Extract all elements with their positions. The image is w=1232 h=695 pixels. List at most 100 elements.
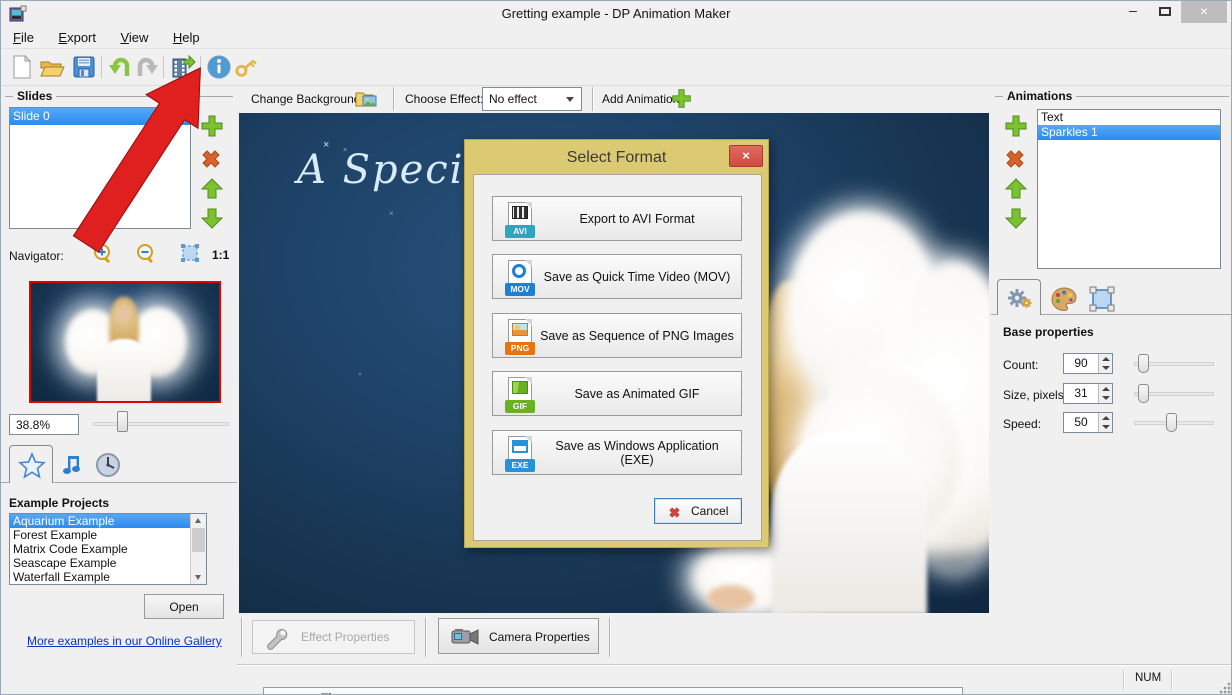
sparkle-cross: × (389, 209, 394, 218)
example-project-item[interactable]: Waterfall Example (10, 570, 206, 584)
select-format-dialog: Select Format × AVI Export to AVI Format… (464, 139, 769, 548)
change-background-button[interactable]: Change Background (251, 92, 360, 106)
save-mov-button[interactable]: MOV Save as Quick Time Video (MOV) (492, 254, 742, 299)
speed-spinner[interactable]: 50 (1063, 412, 1113, 433)
animations-group-label: Animations (995, 89, 1229, 103)
palette-icon (1051, 287, 1077, 312)
girl-hand (707, 585, 755, 611)
tab-timing[interactable] (93, 451, 123, 481)
camcorder-icon (451, 629, 479, 645)
png-file-icon: PNG (505, 319, 535, 355)
count-spinner[interactable]: 90 (1063, 353, 1113, 374)
zoom-slider-thumb[interactable] (117, 411, 128, 432)
tab-placement[interactable] (1087, 285, 1117, 313)
maximize-button[interactable] (1151, 1, 1179, 23)
mov-file-icon: MOV (505, 260, 535, 296)
example-project-item[interactable]: Matrix Code Example (10, 542, 206, 556)
bottom-separator (241, 617, 242, 657)
count-label: Count: (1003, 358, 1039, 372)
status-divider (1171, 669, 1172, 691)
avi-file-icon: AVI (505, 202, 535, 238)
dialog-title: Select Format (566, 149, 667, 166)
animation-list-item[interactable]: Text (1038, 110, 1220, 125)
spinner-arrows[interactable] (1098, 413, 1112, 432)
tab-animations-presets[interactable] (9, 445, 53, 483)
size-spinner[interactable]: 31 (1063, 383, 1113, 404)
application-window: Gretting example - DP Animation Maker – … (0, 0, 1232, 695)
tab-colors[interactable] (1049, 285, 1079, 313)
slide-thumbnail[interactable] (29, 281, 221, 403)
bottom-separator (609, 617, 610, 657)
scrollbar-down-arrow[interactable] (191, 571, 206, 584)
example-project-item[interactable]: Forest Example (10, 528, 206, 542)
wrench-icon (267, 629, 288, 650)
save-gif-button[interactable]: GIF Save as Animated GIF (492, 371, 742, 416)
base-properties-title: Base properties (1003, 325, 1094, 339)
chevron-down-icon (566, 97, 574, 102)
save-exe-button[interactable]: EXE Save as Windows Application (EXE) (492, 430, 742, 475)
key-icon[interactable] (233, 54, 259, 80)
thumbnail-girl-face (116, 305, 131, 322)
effect-properties-button[interactable]: Effect Properties (252, 620, 415, 654)
delete-animation-button[interactable] (1002, 146, 1028, 172)
size-label: Size, pixels: (1003, 388, 1068, 402)
change-background-icon[interactable] (355, 88, 379, 110)
cancel-x-icon (669, 507, 680, 518)
title-bar: Gretting example - DP Animation Maker – … (1, 1, 1231, 27)
minimize-button[interactable]: – (1119, 1, 1147, 23)
online-gallery-link[interactable]: More examples in our Online Gallery (27, 634, 222, 648)
music-note-icon (63, 456, 80, 474)
girl-dress (771, 431, 927, 613)
gif-file-icon: GIF (505, 377, 535, 413)
speed-slider-thumb[interactable] (1166, 413, 1177, 432)
dialog-close-button[interactable]: × (729, 145, 763, 167)
example-projects-title: Example Projects (9, 496, 110, 510)
move-animation-down-button[interactable] (1004, 206, 1028, 230)
zoom-value-field[interactable]: 38.8% (9, 414, 79, 435)
choose-effect-label: Choose Effect: (405, 92, 484, 106)
example-projects-scrollbar[interactable] (190, 514, 206, 584)
add-animation-plus-icon[interactable] (670, 87, 693, 110)
red-annotation-arrow (72, 67, 201, 253)
gears-icon (1008, 289, 1032, 308)
tips-window-partial: Tips (263, 687, 963, 694)
bar-separator (393, 87, 394, 111)
star-dot (359, 373, 361, 375)
exe-file-icon: EXE (505, 436, 535, 472)
tab-music[interactable] (57, 451, 87, 481)
camera-properties-button[interactable]: Camera Properties (438, 618, 599, 654)
spinner-arrows[interactable] (1098, 384, 1112, 403)
example-projects-list[interactable]: Aquarium Example Forest Example Matrix C… (9, 513, 207, 585)
scrollbar-thumb[interactable] (192, 528, 205, 552)
open-project-button[interactable]: Open (144, 594, 224, 619)
export-avi-button[interactable]: AVI Export to AVI Format (492, 196, 742, 241)
zoom-slider-track[interactable] (93, 422, 229, 426)
effect-combobox[interactable]: No effect (482, 87, 582, 111)
speed-label: Speed: (1003, 417, 1042, 431)
window-title: Gretting example - DP Animation Maker (501, 6, 731, 21)
bottom-separator (425, 617, 426, 657)
add-animation-list-button[interactable] (1003, 113, 1029, 139)
clock-icon (96, 453, 120, 477)
count-slider-thumb[interactable] (1138, 354, 1149, 373)
close-button[interactable]: × (1181, 1, 1227, 23)
example-project-item[interactable]: Seascape Example (10, 556, 206, 570)
move-animation-up-button[interactable] (1004, 177, 1028, 201)
add-animation-button[interactable]: Add Animation (602, 92, 679, 106)
selection-rect-icon (1089, 286, 1115, 312)
resize-grip[interactable] (1219, 682, 1231, 694)
star-icon (18, 451, 46, 479)
num-lock-indicator: NUM (1135, 672, 1162, 684)
menu-file[interactable]: File (13, 27, 34, 45)
animation-list-item[interactable]: Sparkles 1 (1038, 125, 1220, 140)
cancel-button[interactable]: Cancel (654, 498, 742, 524)
save-png-sequence-button[interactable]: PNG Save as Sequence of PNG Images (492, 313, 742, 358)
example-project-item[interactable]: Aquarium Example (10, 514, 206, 528)
size-slider-thumb[interactable] (1138, 384, 1149, 403)
scrollbar-up-arrow[interactable] (191, 514, 206, 527)
animations-list[interactable]: Text Sparkles 1 (1037, 109, 1221, 269)
spinner-arrows[interactable] (1098, 354, 1112, 373)
new-document-icon[interactable] (9, 54, 35, 80)
bar-separator (592, 87, 593, 111)
tab-base-properties[interactable] (997, 279, 1041, 315)
